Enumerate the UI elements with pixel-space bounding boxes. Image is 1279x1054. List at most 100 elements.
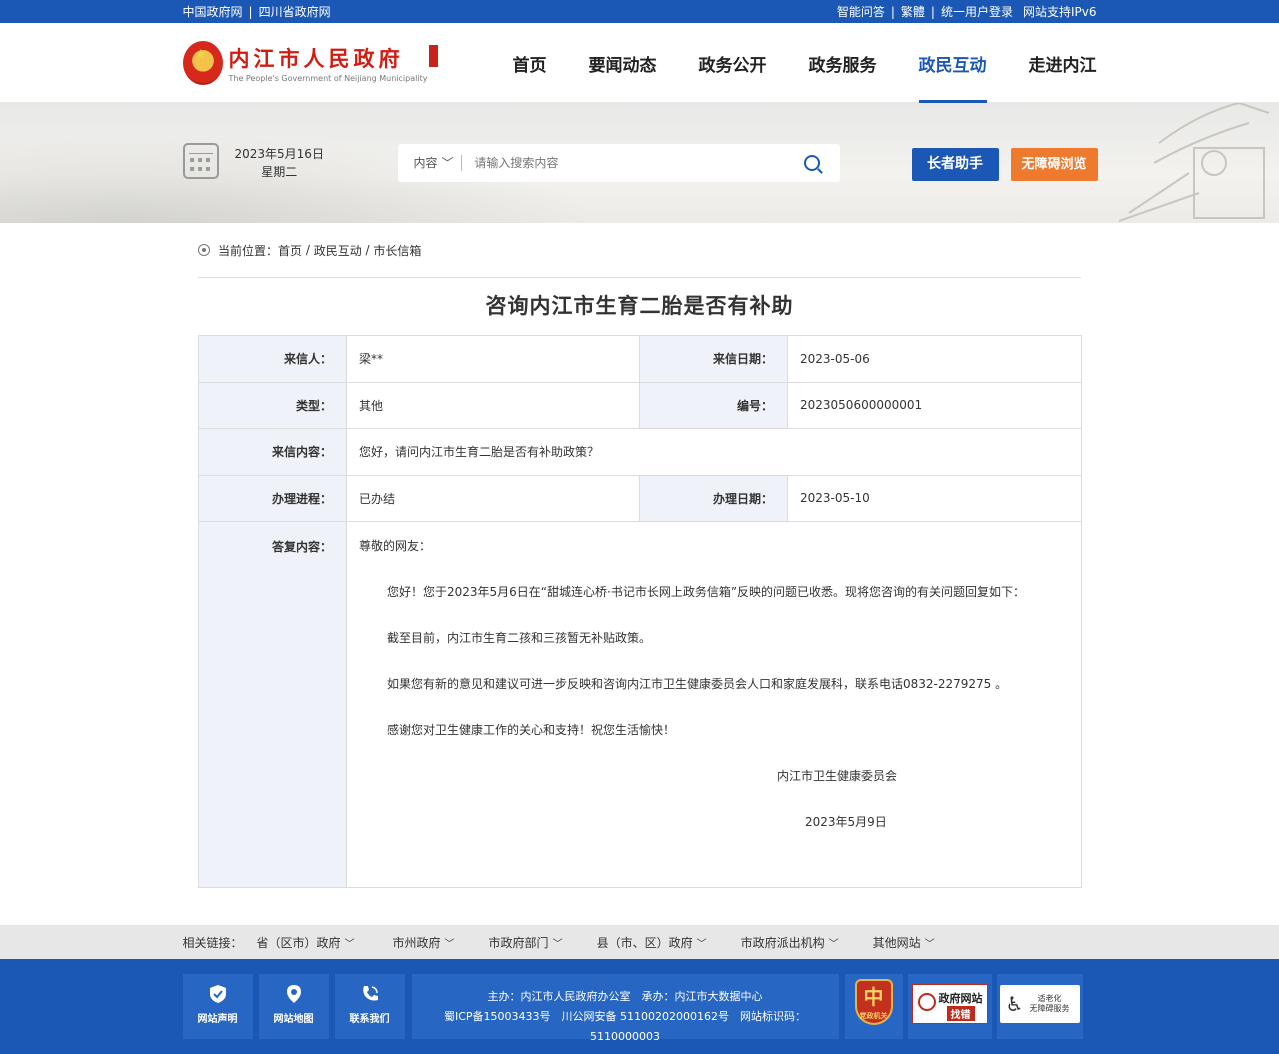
date-text: 2023年5月16日 xyxy=(234,147,324,161)
table-row: 办理进程： 已办结 办理日期： 2023-05-10 xyxy=(198,474,1082,522)
weekday-text: 星期二 xyxy=(261,165,298,179)
letter-table: 来信人： 梁** 来信日期： 2023-05-06 类型： 其他 编号： 202… xyxy=(198,335,1082,888)
contact-us-label: 联系我们 xyxy=(349,1014,390,1025)
pavilion-decoration-icon xyxy=(1118,103,1270,222)
site-map-label: 网站地图 xyxy=(273,1014,314,1025)
related-link-city[interactable]: 市州政府 ﹀ xyxy=(393,934,455,951)
table-row: 答复内容： 尊敬的网友： 您好！您于2023年5月6日在“甜城连心桥·书记市长网… xyxy=(198,521,1082,888)
search-band: 2023年5月16日 星期二 内容 ﹀ 长者助手 无障碍浏览 xyxy=(0,103,1279,223)
nav-about-neijiang[interactable]: 走进内江 xyxy=(1029,23,1097,103)
party-gov-badge[interactable]: 中党政机关 xyxy=(844,974,903,1039)
handle-date-value: 2023-05-10 xyxy=(787,474,1082,522)
link-sichuan-gov[interactable]: 四川省政府网 xyxy=(259,5,331,19)
link-user-login[interactable]: 统一用户登录 xyxy=(941,5,1013,19)
reply-paragraph: 截至目前，内江市生育二孩和三孩暂无补贴政策。 xyxy=(387,631,652,645)
search-box: 内容 ﹀ xyxy=(397,144,840,182)
top-right-links: 智能问答 | 繁體 | 统一用户登录 网站支持IPv6 xyxy=(836,5,1097,19)
footer-sponsor: 主办：内江市人民政府办公室 承办：内江市大数据中心 xyxy=(487,990,763,1003)
breadcrumb: 当前位置： 首页 / 政民互动 / 市长信箱 xyxy=(198,223,1081,278)
site-header: 内江市人民政府 The People's Government of Neiji… xyxy=(0,23,1279,103)
content-value: 您好，请问内江市生育二胎是否有补助政策？ xyxy=(346,428,1082,476)
related-link-agencies[interactable]: 市政府派出机构 ﹀ xyxy=(741,934,839,951)
elder-assistant-button[interactable]: 长者助手 xyxy=(911,148,999,181)
location-dot-icon xyxy=(198,244,210,256)
contact-us-button[interactable]: 联系我们 xyxy=(334,974,405,1039)
reply-signer: 内江市卫生健康委员会 xyxy=(777,769,898,783)
reply-paragraph: 感谢您对卫生健康工作的关心和支持！祝您生活愉快！ xyxy=(387,723,676,737)
site-statement-label: 网站声明 xyxy=(197,1014,238,1025)
main-content: 当前位置： 首页 / 政民互动 / 市长信箱 咨询内江市生育二胎是否有补助 来信… xyxy=(198,223,1082,888)
chevron-down-icon: ﹀ xyxy=(441,156,454,170)
reply-paragraph: 如果您有新的意见和建议可进一步反映和咨询内江市卫生健康委员会人口和家庭发展科，联… xyxy=(387,677,1008,691)
gov-site-error-badge[interactable]: 政府网站 找错 xyxy=(907,974,992,1039)
reply-greeting: 尊敬的网友： xyxy=(359,539,432,553)
breadcrumb-label: 当前位置： xyxy=(218,243,279,258)
progress-value: 已办结 xyxy=(346,474,640,522)
map-pin-icon xyxy=(284,984,304,1004)
related-link-departments[interactable]: 市政府部门 ﹀ xyxy=(489,934,563,951)
link-traditional[interactable]: 繁體 xyxy=(901,5,925,19)
chevron-down-icon: ﹀ xyxy=(696,938,707,950)
reply-sign-date: 2023年5月9日 xyxy=(805,815,887,829)
search-icon[interactable] xyxy=(803,155,820,171)
page-title: 咨询内江市生育二胎是否有补助 xyxy=(485,294,794,318)
footer-info: 主办：内江市人民政府办公室 承办：内江市大数据中心 蜀ICP备15003433号… xyxy=(411,974,839,1043)
seal-icon xyxy=(429,45,439,67)
table-row: 类型： 其他 编号： 2023050600000001 xyxy=(198,381,1082,429)
reply-content: 尊敬的网友： 您好！您于2023年5月6日在“甜城连心桥·书记市长网上政务信箱”… xyxy=(346,521,1082,888)
site-map-button[interactable]: 网站地图 xyxy=(258,974,329,1039)
national-emblem-icon xyxy=(182,41,223,85)
phone-icon xyxy=(360,984,380,1004)
type-value: 其他 xyxy=(346,381,640,429)
nav-interaction[interactable]: 政民互动 xyxy=(918,23,987,103)
sender-label: 来信人： xyxy=(198,335,347,383)
chevron-down-icon: ﹀ xyxy=(552,938,563,950)
search-scope-select[interactable]: 内容 ﹀ xyxy=(398,155,463,171)
main-nav: 首页 要闻动态 政务公开 政务服务 政民互动 走进内江 xyxy=(471,23,1097,103)
link-ipv6[interactable]: 网站支持IPv6 xyxy=(1023,5,1097,19)
shield-check-icon xyxy=(208,984,228,1004)
search-input[interactable] xyxy=(472,155,804,171)
content-label: 来信内容： xyxy=(198,428,347,476)
party-gov-shield-icon: 中党政机关 xyxy=(854,979,893,1025)
link-china-gov[interactable]: 中国政府网 xyxy=(183,5,243,19)
nav-news[interactable]: 要闻动态 xyxy=(589,23,657,103)
date-label: 来信日期： xyxy=(639,335,788,383)
breadcrumb-interaction[interactable]: 政民互动 xyxy=(314,242,362,259)
related-link-province[interactable]: 省（区市）政府 ﹀ xyxy=(257,934,355,951)
breadcrumb-home[interactable]: 首页 xyxy=(278,242,302,259)
related-link-others[interactable]: 其他网站 ﹀ xyxy=(873,934,935,951)
sender-value: 梁** xyxy=(346,335,640,383)
related-link-counties[interactable]: 县（市、区）政府 ﹀ xyxy=(597,934,707,951)
accessibility-button[interactable]: 无障碍浏览 xyxy=(1010,148,1098,181)
footer-icp: 蜀ICP备15003433号 川公网安备 51100202000162号 网站标… xyxy=(443,1010,807,1043)
table-row: 来信内容： 您好，请问内江市生育二胎是否有补助政策？ xyxy=(198,428,1082,476)
handle-date-label: 办理日期： xyxy=(639,474,788,522)
site-statement-button[interactable]: 网站声明 xyxy=(182,974,253,1039)
nav-home[interactable]: 首页 xyxy=(513,23,547,103)
site-footer: 网站声明 网站地图 联系我们 主办：内江市人民政府办公室 承办：内江市大数据中心… xyxy=(0,959,1279,1054)
chevron-down-icon: ﹀ xyxy=(828,938,839,950)
nav-gov-open[interactable]: 政务公开 xyxy=(699,23,767,103)
chevron-down-icon: ﹀ xyxy=(444,938,455,950)
logo-title: 内江市人民政府 xyxy=(228,46,404,71)
current-date: 2023年5月16日 星期二 xyxy=(235,145,324,181)
chevron-down-icon: ﹀ xyxy=(924,938,935,950)
related-links-bar: 相关链接： 省（区市）政府 ﹀ 市州政府 ﹀ 市政府部门 ﹀ 县（市、区）政府 ﹀ 市政… xyxy=(0,925,1279,959)
nav-gov-service[interactable]: 政务服务 xyxy=(809,23,877,103)
wheelchair-icon: ♿ xyxy=(1005,992,1024,1016)
elder-friendly-badge[interactable]: ♿ 适老化 无障碍服务 xyxy=(996,974,1083,1039)
link-smart-qa[interactable]: 智能问答 xyxy=(837,5,885,19)
reply-label: 答复内容： xyxy=(198,521,347,888)
number-label: 编号： xyxy=(639,381,788,429)
reply-paragraph: 您好！您于2023年5月6日在“甜城连心桥·书记市长网上政务信箱”反映的问题已收… xyxy=(387,585,1026,599)
site-logo[interactable]: 内江市人民政府 The People's Government of Neiji… xyxy=(182,41,439,85)
top-strip: 中国政府网 | 四川省政府网 智能问答 | 繁體 | 统一用户登录 网站支持IPv6 xyxy=(0,0,1279,23)
chevron-down-icon: ﹀ xyxy=(344,938,355,950)
calendar-icon xyxy=(182,143,219,179)
breadcrumb-mayor-mailbox[interactable]: 市长信箱 xyxy=(373,242,421,259)
date-value: 2023-05-06 xyxy=(787,335,1082,383)
type-label: 类型： xyxy=(198,381,347,429)
related-links-label: 相关链接： xyxy=(182,935,243,950)
table-row: 来信人： 梁** 来信日期： 2023-05-06 xyxy=(198,335,1082,383)
